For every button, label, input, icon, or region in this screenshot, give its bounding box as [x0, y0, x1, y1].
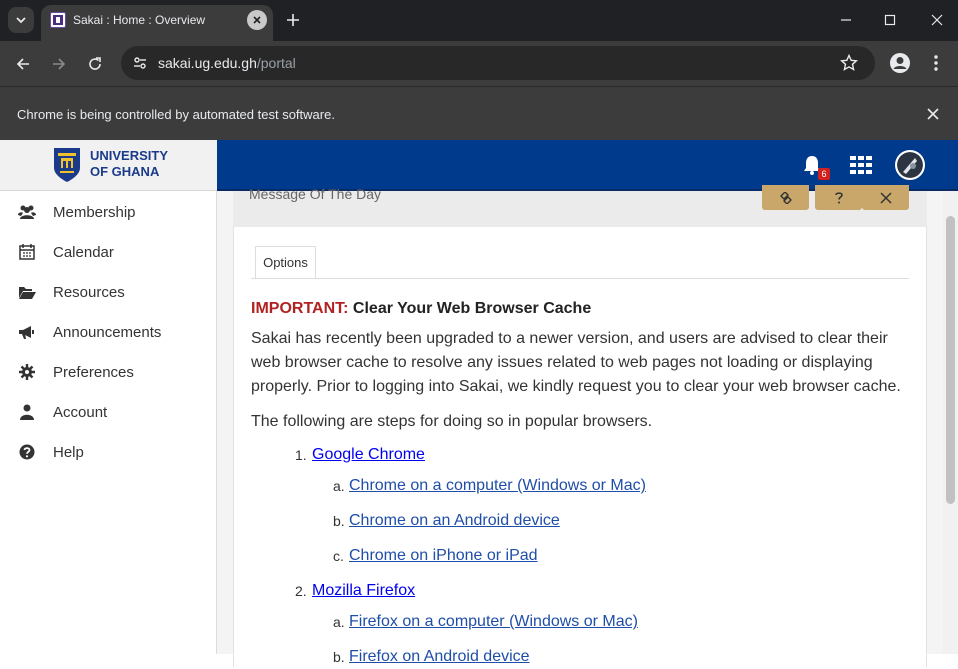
infobar-close-icon[interactable] — [925, 106, 941, 122]
tab-options[interactable]: Options — [255, 246, 316, 279]
scrollbar-thumb[interactable] — [946, 216, 955, 504]
browser-menu-icon[interactable] — [928, 53, 944, 73]
sidebar-item-calendar[interactable]: Calendar — [0, 232, 216, 272]
tab-title: Sakai : Home : Overview — [73, 13, 206, 27]
url-text: sakai.ug.edu.gh/portal — [158, 55, 296, 71]
question-mark-icon — [834, 191, 843, 203]
sidebar-item-account[interactable]: Account — [0, 392, 216, 432]
tab-close-icon[interactable] — [247, 10, 267, 30]
main-content: Message Of The Day Options IMPORTANT: Cl… — [217, 185, 943, 667]
sidebar-item-membership[interactable]: Membership — [0, 192, 216, 232]
important-label: IMPORTANT: — [251, 300, 349, 317]
header-bar: 6 — [217, 140, 958, 191]
sidebar-item-label: Account — [53, 404, 108, 421]
address-bar[interactable]: sakai.ug.edu.gh/portal — [121, 46, 875, 80]
university-crest-icon — [54, 148, 80, 182]
back-arrow-icon[interactable] — [12, 53, 34, 75]
list-item: a. Chrome on a computer (Windows or Mac) — [333, 477, 646, 494]
calendar-icon — [19, 244, 35, 260]
link-icon — [779, 191, 792, 204]
expand-icon — [879, 191, 892, 204]
sidebar-item-preferences[interactable]: Preferences — [0, 352, 216, 392]
list-item: c. Chrome on iPhone or iPad — [333, 547, 538, 564]
panel-header: Message Of The Day — [233, 185, 927, 227]
university-name: UNIVERSITY OF GHANA — [90, 148, 169, 179]
maximize-panel-button[interactable] — [862, 185, 909, 210]
browser-tab-active[interactable]: Sakai : Home : Overview — [41, 5, 273, 41]
sidebar-item-label: Help — [53, 444, 84, 461]
link-mozilla-firefox[interactable]: Mozilla Firefox — [312, 582, 415, 599]
bullhorn-icon — [19, 326, 34, 339]
link-firefox-computer[interactable]: Firefox on a computer (Windows or Mac) — [349, 613, 638, 630]
panel-title: Message Of The Day — [249, 186, 382, 202]
list-item: a. Firefox on a computer (Windows or Mac… — [333, 613, 638, 630]
sidebar-item-announcements[interactable]: Announcements — [0, 312, 216, 352]
folder-open-icon — [19, 287, 36, 299]
avatar-image-icon — [897, 152, 923, 178]
message-body: IMPORTANT: Clear Your Web Browser Cache … — [251, 297, 911, 665]
link-chrome-iphone[interactable]: Chrome on iPhone or iPad — [349, 547, 538, 564]
new-tab-plus-icon[interactable] — [283, 10, 303, 30]
notification-count-badge: 6 — [818, 168, 830, 180]
help-button[interactable] — [815, 185, 862, 210]
app-grid-icon[interactable] — [850, 156, 872, 174]
tab-search-button[interactable] — [8, 7, 34, 33]
question-circle-icon — [19, 444, 35, 460]
maximize-icon[interactable] — [882, 12, 898, 28]
reload-icon[interactable] — [84, 53, 106, 75]
site-settings-icon[interactable] — [129, 52, 151, 74]
link-chrome-computer[interactable]: Chrome on a computer (Windows or Mac) — [349, 477, 646, 494]
user-icon — [20, 404, 34, 420]
chevron-down-icon — [16, 17, 26, 24]
forward-arrow-icon[interactable] — [48, 53, 70, 75]
link-chrome-android[interactable]: Chrome on an Android device — [349, 512, 560, 529]
link-google-chrome[interactable]: Google Chrome — [312, 446, 425, 463]
list-item: b. Chrome on an Android device — [333, 512, 560, 529]
minimize-icon[interactable] — [838, 12, 854, 28]
profile-icon[interactable] — [889, 52, 911, 74]
window-close-icon[interactable] — [929, 12, 945, 28]
automation-infobar: Chrome is being controlled by automated … — [0, 86, 958, 140]
sakai-favicon-icon — [50, 12, 66, 28]
sakai-header: UNIVERSITY OF GHANA 6 — [0, 140, 958, 191]
tab-divider — [251, 278, 909, 279]
list-item: 2. Mozilla Firefox — [295, 582, 416, 599]
message-heading: IMPORTANT: Clear Your Web Browser Cache — [251, 300, 592, 317]
sidebar-item-resources[interactable]: Resources — [0, 272, 216, 312]
browser-toolbar: sakai.ug.edu.gh/portal — [0, 41, 958, 86]
sidebar-nav: Membership Calendar Resources Announceme… — [0, 191, 217, 654]
users-icon — [18, 205, 36, 219]
automation-message: Chrome is being controlled by automated … — [17, 107, 335, 122]
gear-icon — [19, 364, 35, 380]
list-item: b. Firefox on Android device — [333, 648, 530, 665]
link-button[interactable] — [762, 185, 809, 210]
sidebar-item-label: Announcements — [53, 324, 162, 341]
bookmark-star-icon[interactable] — [840, 54, 858, 72]
university-logo[interactable]: UNIVERSITY OF GHANA — [0, 140, 217, 191]
sidebar-item-label: Resources — [53, 284, 125, 301]
page-scrollbar[interactable] — [943, 191, 958, 654]
sidebar-item-label: Preferences — [53, 364, 134, 381]
user-avatar[interactable] — [895, 150, 925, 180]
message-panel: Options IMPORTANT: Clear Your Web Browse… — [233, 227, 927, 667]
list-item: 1. Google Chrome — [295, 446, 425, 463]
browser-tab-strip: Sakai : Home : Overview — [0, 0, 958, 41]
link-firefox-android[interactable]: Firefox on Android device — [349, 648, 530, 665]
sidebar-item-label: Membership — [53, 204, 136, 221]
message-paragraph: Sakai has recently been upgraded to a ne… — [251, 330, 901, 395]
message-paragraph: The following are steps for doing so in … — [251, 413, 653, 430]
sidebar-item-help[interactable]: Help — [0, 432, 216, 472]
sidebar-item-label: Calendar — [53, 244, 114, 261]
